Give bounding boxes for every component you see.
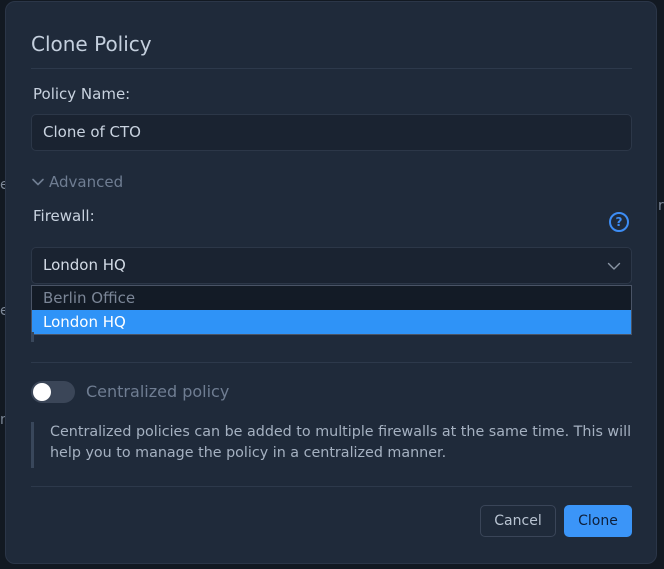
chevron-down-icon	[32, 178, 44, 186]
firewall-option-berlin-office[interactable]: Berlin Office	[32, 286, 631, 310]
divider	[31, 362, 632, 363]
policy-name-input[interactable]: Clone of CTO	[31, 114, 632, 151]
divider	[31, 68, 632, 69]
firewall-select-value: London HQ	[43, 256, 126, 274]
cancel-button[interactable]: Cancel	[480, 505, 556, 537]
chevron-down-icon	[607, 262, 621, 270]
centralized-policy-label: Centralized policy	[86, 382, 230, 401]
clone-button[interactable]: Clone	[564, 505, 632, 537]
firewall-option-london-hq[interactable]: London HQ	[32, 310, 631, 334]
dialog-title: Clone Policy	[31, 32, 152, 56]
background-glyph: r	[658, 198, 664, 214]
advanced-toggle[interactable]: Advanced	[31, 172, 123, 192]
policy-name-label: Policy Name:	[33, 85, 131, 103]
firewall-dropdown-list: Berlin Office London HQ	[31, 285, 632, 335]
centralized-policy-note-text: Centralized policies can be added to mul…	[50, 424, 632, 461]
toggle-knob	[33, 383, 51, 401]
firewall-label: Firewall:	[33, 207, 95, 225]
centralized-policy-toggle[interactable]	[31, 381, 75, 403]
clone-policy-dialog: Clone Policy Policy Name: Clone of CTO A…	[5, 1, 657, 564]
help-icon[interactable]: ?	[609, 212, 629, 232]
firewall-select[interactable]: London HQ	[31, 247, 632, 284]
advanced-label: Advanced	[49, 173, 124, 191]
centralized-policy-note: Centralized policies can be added to mul…	[31, 422, 632, 468]
divider	[31, 486, 632, 487]
obscured-note-bar	[31, 332, 34, 342]
